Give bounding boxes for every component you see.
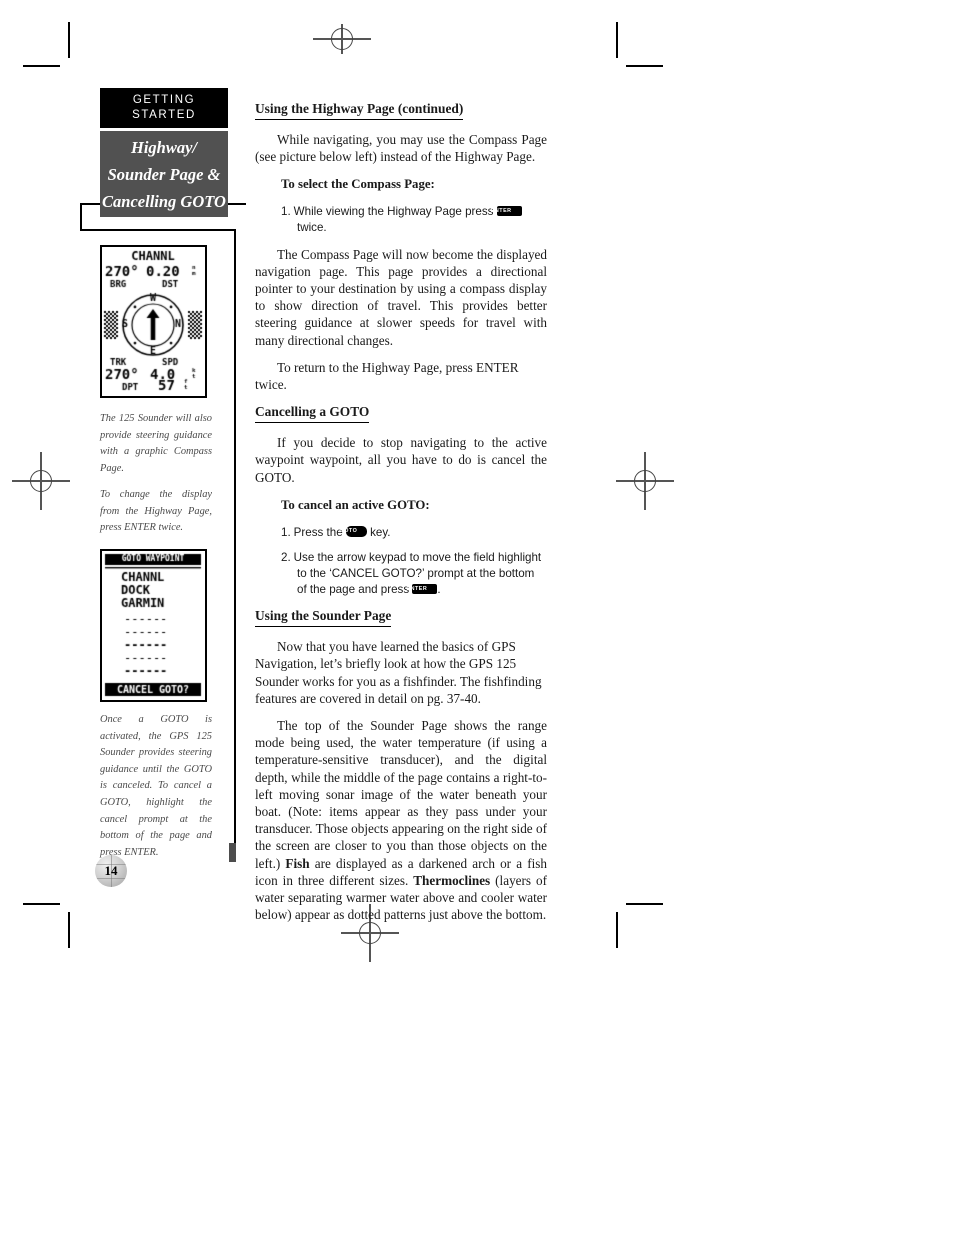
caption-goto-waypoint: Once a GOTO is activated, the GPS 125 So…: [100, 714, 212, 858]
step-text-after: twice.: [297, 221, 327, 234]
section-tab-line-3: Cancelling GOTO: [102, 191, 226, 211]
registration-mark-left: [12, 452, 70, 510]
page-number-value: 14: [104, 863, 118, 878]
heading-wrap-3: Using the Sounder Page: [255, 607, 547, 636]
step-item: 1. Press the GOTO key.: [255, 525, 547, 541]
registration-circle: [331, 28, 353, 50]
step-text-after: key.: [370, 525, 391, 539]
crop-mark-bottom-left-horizontal: [23, 903, 60, 905]
heading-wrap-1: Using the Highway Page (continued): [255, 100, 547, 129]
registration-circle: [634, 470, 656, 492]
paragraph-compass-page-description: The Compass Page will now become the dis…: [255, 246, 547, 348]
crop-mark-top-left-horizontal: [23, 65, 60, 67]
step-item: 2. Use the arrow keypad to move the field…: [255, 550, 547, 597]
registration-mark-top: [313, 22, 371, 56]
compass-page-canvas: [102, 247, 204, 395]
sidebar-frame-tab-right-stub: [228, 203, 246, 205]
sounder-text-part-1: The top of the Sounder Page shows the ra…: [255, 718, 547, 871]
paragraph-gps-navigation-basics: Now that you have learned the basics of …: [255, 639, 542, 706]
lcd-screenshot-compass-page: [100, 245, 207, 398]
goto-key-icon: GOTO: [340, 526, 367, 538]
registration-circle: [30, 470, 52, 492]
section-tab-line-1: Highway/: [130, 137, 197, 157]
registration-mark-right: [616, 452, 674, 510]
heading-cancelling-a-goto: Cancelling a GOTO: [255, 403, 370, 424]
crop-mark-bottom-right-vertical: [616, 912, 618, 948]
column-end-tick: [229, 843, 236, 862]
steps-select-compass-page: 1. While viewing the Highway Page press E…: [255, 204, 547, 235]
crop-mark-bottom-left-vertical: [68, 912, 70, 948]
sidebar-getting-started-tab: GETTING STARTED: [100, 88, 228, 128]
step-text-before: Press the: [293, 525, 343, 539]
sidebar-frame-left-vertical: [80, 203, 82, 231]
step-number: 2.: [281, 551, 291, 565]
crop-mark-top-right-horizontal: [626, 65, 663, 67]
main-text-column: Using the Highway Page (continued) While…: [255, 100, 547, 933]
enter-key-icon: ENTER: [491, 206, 522, 217]
section-tab-line-2: Sounder Page &: [107, 164, 221, 184]
bold-term-fish: Fish: [285, 855, 310, 871]
crop-mark-bottom-right-horizontal: [626, 903, 663, 905]
caption-compass-page-1: The 125 Sounder will also provide steeri…: [100, 413, 212, 474]
paragraph-stop-navigating: If you decide to stop navigating to the …: [255, 435, 547, 485]
crop-mark-top-left-vertical: [68, 22, 70, 58]
steps-cancel-goto: 1. Press the GOTO key. 2. Use the arrow ke…: [255, 525, 547, 597]
bold-term-thermoclines: Thermoclines: [413, 872, 491, 888]
sidebar-frame-bottom-horizontal: [80, 229, 236, 231]
step-number: 1.: [281, 525, 291, 539]
caption-compass-page-2: To change the display from the Highway P…: [100, 489, 212, 534]
heading-using-highway-page: Using the Highway Page (continued): [255, 100, 464, 120]
heading-wrap-2: Cancelling a GOTO: [255, 403, 547, 432]
sidebar-frame-right-vertical: [234, 229, 236, 855]
crop-mark-top-right-vertical: [616, 22, 618, 58]
sidebar-section-tab: Highway/ Sounder Page & Cancelling GOTO: [100, 131, 228, 217]
step-item: 1. While viewing the Highway Page press E…: [255, 204, 547, 235]
step-text-after: .: [437, 582, 441, 596]
goto-waypoint-canvas: [102, 551, 204, 699]
step-number: 1.: [281, 205, 291, 219]
paragraph-sounder-page-details: The top of the Sounder Page shows the ra…: [255, 717, 547, 923]
subheading-cancel-active-goto: To cancel an active GOTO:: [281, 497, 430, 512]
paragraph-return-to-highway: To return to the Highway Page, press ENT…: [255, 359, 519, 393]
page-number-badge: 14: [95, 855, 127, 887]
enter-key-icon: ENTER: [407, 583, 438, 594]
step-text-before: While viewing the Highway Page press: [293, 205, 494, 219]
paragraph-while-navigating: While navigating, you may use the Compas…: [255, 132, 547, 165]
lcd-screenshot-goto-waypoint: [100, 549, 207, 702]
getting-started-line-1: GETTING: [132, 94, 196, 106]
getting-started-line-2: STARTED: [132, 109, 196, 121]
heading-using-sounder-page: Using the Sounder Page: [255, 607, 392, 628]
subheading-select-compass-page: To select the Compass Page:: [281, 177, 435, 192]
